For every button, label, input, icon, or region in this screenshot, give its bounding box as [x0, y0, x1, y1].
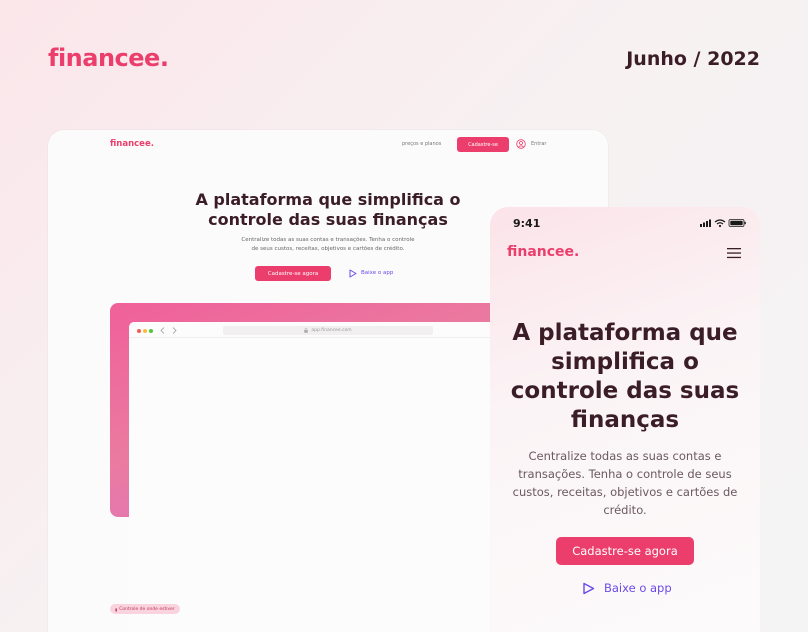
- back-arrow-icon[interactable]: [160, 327, 165, 334]
- address-bar-url: app.financee.com: [311, 328, 352, 333]
- forward-arrow-icon[interactable]: [172, 327, 177, 334]
- status-bar-icons: [700, 219, 746, 228]
- lock-icon: [304, 328, 309, 333]
- mobile-hero-title-line: A plataforma que: [512, 320, 738, 346]
- mobile-hero-subtitle: Centralize todas as suas contas e transa…: [512, 447, 738, 519]
- mobile-hero-title-line: finanças: [570, 407, 680, 433]
- mobile-hero-title-line: controle das suas: [510, 378, 740, 404]
- battery-icon: [728, 219, 746, 227]
- mobile-logo[interactable]: financee.: [507, 244, 579, 260]
- hamburger-icon[interactable]: [727, 247, 741, 259]
- play-icon[interactable]: [582, 582, 595, 595]
- desktop-hero-subtitle-line: Centralize todas as suas contas e transa…: [241, 237, 415, 243]
- mobile-hero-subtitle-line: transações. Tenha o controle de seus: [518, 467, 732, 481]
- mobile-hero-subtitle-line: crédito.: [603, 503, 647, 517]
- status-bar-time: 9:41: [513, 217, 541, 230]
- desktop-nav-logo[interactable]: financee.: [110, 139, 154, 149]
- mobile-signup-button[interactable]: Cadastre-se agora: [556, 537, 694, 565]
- minimize-dot-icon[interactable]: [143, 329, 147, 333]
- mobile-hero-subtitle-line: custos, receitas, objetivos e cartões de: [512, 485, 738, 499]
- feature-badge: ▮ Controle de onde estiver: [110, 604, 180, 614]
- desktop-download-app-link[interactable]: Baixe o app: [361, 270, 393, 276]
- user-circle-icon[interactable]: [516, 139, 526, 149]
- nav-login-link[interactable]: Entrar: [531, 141, 546, 147]
- mobile-hero-title-line: simplifica o: [551, 349, 699, 375]
- wifi-icon: [714, 219, 726, 228]
- date-label: Junho / 2022: [626, 48, 760, 70]
- mobile-hero-title: A plataforma que simplifica o controle d…: [504, 319, 746, 435]
- mobile-hero-subtitle-line: Centralize todas as suas contas e: [528, 449, 722, 463]
- feature-badge-label: Controle de onde estiver: [119, 606, 175, 612]
- mobile-download-app-link[interactable]: Baixe o app: [604, 581, 672, 595]
- play-icon[interactable]: [349, 269, 357, 278]
- nav-link-pricing[interactable]: preços e planos: [402, 141, 441, 147]
- address-bar[interactable]: app.financee.com: [223, 326, 433, 335]
- desktop-hero-signup-button[interactable]: Cadastre-se agora: [255, 266, 331, 281]
- desktop-hero-subtitle-line: de seus custos, receitas, objetivos e ca…: [251, 246, 405, 252]
- desktop-hero-subtitle: Centralize todas as suas contas e transa…: [218, 236, 438, 254]
- chart-icon: ▮: [115, 606, 118, 612]
- brand-logo: financee.: [48, 44, 169, 72]
- close-dot-icon[interactable]: [137, 329, 141, 333]
- mobile-mockup: 9:41 financee. A plataforma que simplifi…: [490, 207, 760, 632]
- nav-signup-button[interactable]: Cadastre-se: [457, 137, 509, 152]
- signal-icon: [700, 219, 711, 227]
- maximize-dot-icon[interactable]: [149, 329, 153, 333]
